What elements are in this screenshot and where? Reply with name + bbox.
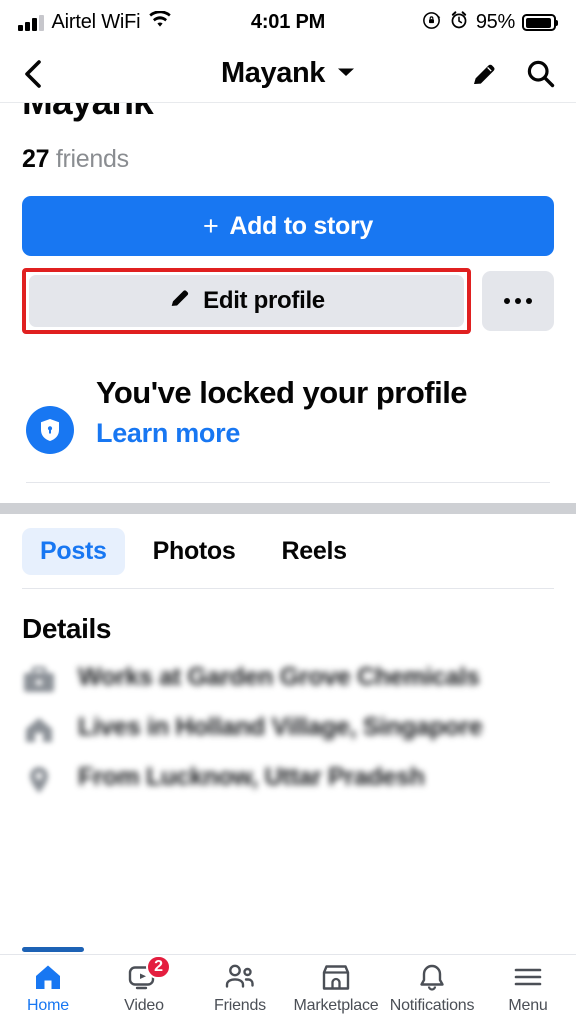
tab-posts[interactable]: Posts [22, 528, 125, 575]
section-divider-band [0, 503, 576, 514]
plus-icon: + [202, 210, 219, 241]
details-heading: Details [22, 613, 112, 644]
tab-reels[interactable]: Reels [264, 528, 365, 575]
ellipsis-dot [515, 298, 521, 304]
page-title: Mayank [221, 57, 325, 89]
video-icon: 2 [128, 955, 171, 992]
carrier-label: Airtel WiFi [51, 11, 141, 33]
facebook-profile-screen: Airtel WiFi 4:01 PM 95% Mayank 27 friend… [0, 0, 576, 1024]
search-button[interactable] [525, 58, 556, 89]
back-button[interactable] [20, 58, 46, 90]
ellipsis-dot [504, 298, 510, 304]
video-badge: 2 [146, 955, 171, 979]
locked-profile-notice: You've locked your profile Learn more [0, 334, 576, 454]
details-row-text: Lives in Holland Village, Singapore [78, 713, 483, 741]
nav-label: Marketplace [293, 997, 379, 1014]
edit-profile-highlight: Edit profile [22, 268, 471, 334]
shield-lock-icon [26, 406, 74, 454]
app-header: Mayank [0, 45, 576, 103]
friends-count-row[interactable]: 27 friends [0, 131, 576, 174]
nav-item-marketplace[interactable]: Marketplace [288, 962, 384, 1015]
ellipsis-dot [526, 298, 532, 304]
home-icon [33, 962, 63, 992]
section-divider-thin [26, 482, 550, 483]
home-icon [22, 715, 56, 745]
locked-profile-title: You've locked your profile [96, 375, 468, 410]
profile-name-clipped: Mayank [0, 103, 576, 131]
details-row-lives-in[interactable]: Lives in Holland Village, Singapore [22, 711, 554, 745]
profile-tabs: Posts Photos Reels [0, 514, 576, 575]
bottom-navigation-bar: Home 2 Video Friends Marketplace Notific… [0, 954, 576, 1024]
locked-profile-text: You've locked your profile Learn more [96, 374, 554, 449]
add-to-story-label: Add to story [229, 211, 374, 240]
header-actions [469, 58, 556, 89]
add-to-story-button[interactable]: + Add to story [22, 196, 554, 256]
profile-scroll-content[interactable]: Mayank 27 friends + Add to story Edi [0, 103, 576, 954]
chevron-down-icon[interactable] [337, 65, 355, 83]
rotation-lock-icon [421, 10, 442, 36]
marketplace-icon [321, 962, 351, 992]
friends-label: friends [55, 145, 129, 173]
profile-action-row: Edit profile [0, 268, 576, 334]
nav-label: Friends [214, 997, 266, 1014]
status-bar-left: Airtel WiFi [18, 10, 172, 34]
battery-percent-label: 95% [475, 11, 515, 33]
details-list: Works at Garden Grove Chemicals Lives in… [0, 645, 576, 795]
hamburger-menu-icon [513, 962, 543, 992]
status-bar-right: 95% [421, 10, 556, 36]
nav-label: Menu [508, 997, 548, 1014]
nav-item-video[interactable]: 2 Video [96, 955, 192, 1015]
wifi-icon [148, 10, 172, 34]
location-pin-icon [22, 765, 56, 795]
edit-profile-label: Edit profile [203, 287, 325, 314]
learn-more-link[interactable]: Learn more [96, 418, 240, 449]
nav-item-menu[interactable]: Menu [480, 962, 576, 1015]
pencil-icon [168, 286, 192, 317]
nav-label: Notifications [389, 997, 475, 1014]
nav-label: Video [124, 997, 164, 1014]
friends-icon [224, 962, 256, 992]
details-row-text: Works at Garden Grove Chemicals [78, 663, 480, 691]
add-story-row: + Add to story [0, 174, 576, 256]
details-row-text: From Lucknow, Uttar Pradesh [78, 763, 425, 791]
briefcase-icon [22, 665, 56, 695]
nav-label: Home [27, 997, 69, 1014]
profile-name: Mayank [22, 103, 154, 123]
status-bar: Airtel WiFi 4:01 PM 95% [0, 0, 576, 45]
alarm-clock-icon [449, 10, 469, 35]
signal-bars-icon [18, 14, 44, 31]
nav-item-home[interactable]: Home [0, 962, 96, 1015]
edit-profile-button[interactable]: Edit profile [29, 275, 464, 327]
scroll-position-indicator [22, 947, 84, 952]
details-row-from[interactable]: From Lucknow, Uttar Pradesh [22, 761, 554, 795]
compose-pencil-button[interactable] [469, 59, 499, 89]
tab-photos[interactable]: Photos [135, 528, 254, 575]
bell-icon [418, 962, 446, 992]
nav-item-friends[interactable]: Friends [192, 962, 288, 1015]
more-options-button[interactable] [482, 271, 554, 331]
friends-count: 27 [22, 145, 50, 173]
details-row-work[interactable]: Works at Garden Grove Chemicals [22, 661, 554, 695]
battery-icon [522, 14, 556, 31]
nav-item-notifications[interactable]: Notifications [384, 962, 480, 1015]
